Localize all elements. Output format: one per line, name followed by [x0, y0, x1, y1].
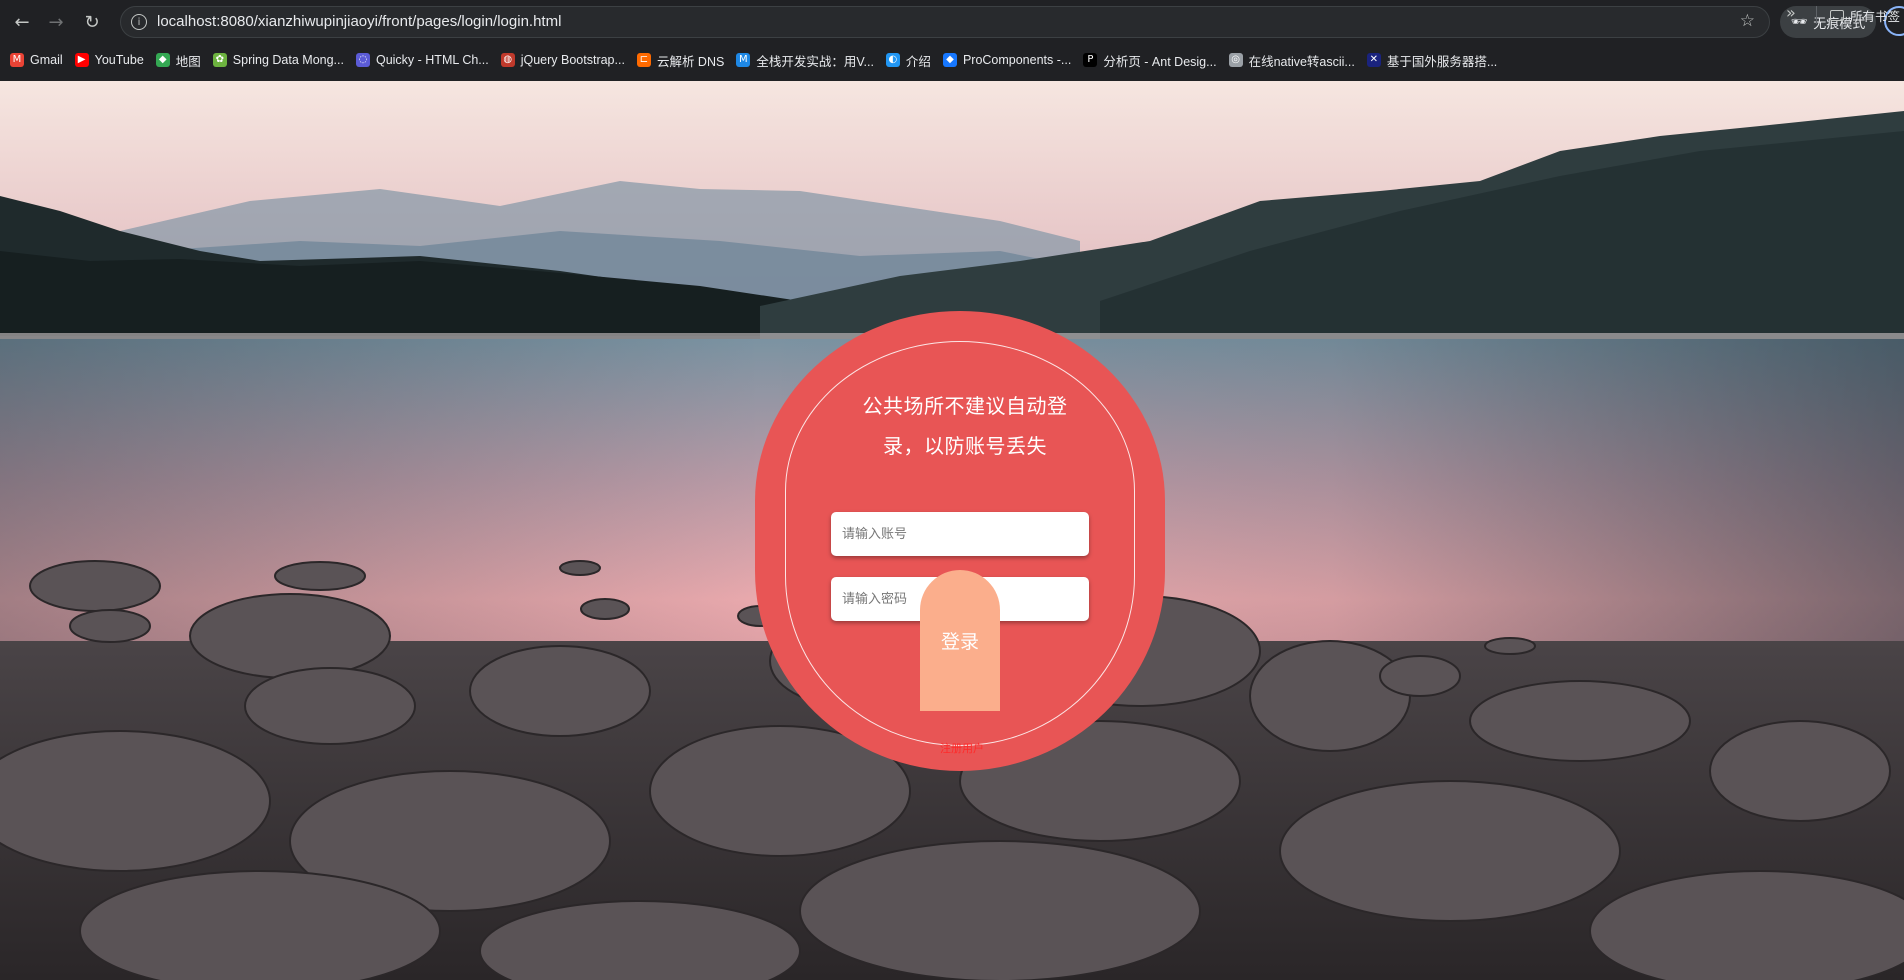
bookmark-label: 全栈开发实战：用V... [756, 54, 874, 69]
address-bar-row: ← → ↻ i localhost:8080/xianzhiwupinjiaoy… [0, 0, 1904, 45]
flag-icon: ✕ [1366, 53, 1381, 67]
bookmark-item[interactable]: ◐ 介绍 [880, 47, 937, 73]
address-bar[interactable]: i localhost:8080/xianzhiwupinjiaoyi/fron… [120, 6, 1770, 38]
bookmark-label: 介绍 [905, 54, 931, 69]
globe-blue-icon: ◐ [885, 53, 900, 67]
bookmark-item[interactable]: ◌ Quicky - HTML Ch... [350, 47, 495, 73]
login-tip-line2: 录，以防账号丢失 [883, 434, 1047, 458]
bookmark-item[interactable]: ⊏ 云解析 DNS [631, 47, 730, 73]
login-tip: 公共场所不建议自动登 录，以防账号丢失 [850, 386, 1080, 466]
bookmark-item[interactable]: ◆ ProComponents -... [937, 47, 1077, 73]
login-button[interactable]: 登录 [920, 570, 1000, 711]
bookmark-label: 地图 [175, 54, 201, 69]
bookmark-item[interactable]: M Gmail [0, 47, 69, 73]
bookmark-label: 云解析 DNS [656, 54, 725, 69]
antd-icon: ◆ [942, 53, 957, 67]
bookmark-label: Quicky - HTML Ch... [375, 53, 489, 67]
m-icon: M [736, 53, 751, 67]
gmail-icon: M [10, 53, 24, 67]
bookmark-label: Gmail [30, 53, 63, 67]
bookmark-item[interactable]: M 全栈开发实战：用V... [730, 47, 880, 73]
bookmark-label: 分析页 - Ant Desig... [1103, 54, 1217, 69]
bookmark-item[interactable]: P 分析页 - Ant Desig... [1077, 47, 1222, 73]
url-text[interactable]: localhost:8080/xianzhiwupinjiaoyi/front/… [157, 13, 561, 30]
bookmark-label: 在线native转ascii... [1248, 54, 1355, 69]
bookmark-label: 基于国外服务器搭... [1386, 54, 1498, 69]
site-info-icon[interactable]: i [131, 14, 147, 30]
browser-chrome: ← → ↻ i localhost:8080/xianzhiwupinjiaoy… [0, 0, 1904, 81]
bookmark-label: jQuery Bootstrap... [520, 53, 625, 67]
bookmarks-divider [1816, 6, 1817, 24]
spring-icon: ✿ [212, 53, 227, 67]
bookmarks-overflow-icon[interactable]: » [1786, 3, 1796, 22]
bookmark-item[interactable]: ▶ YouTube [69, 47, 150, 73]
bookmark-item[interactable]: ◍ jQuery Bootstrap... [495, 47, 631, 73]
reload-icon[interactable]: ↻ [80, 10, 104, 34]
bookmark-item[interactable]: ✿ Spring Data Mong... [207, 47, 350, 73]
maps-icon: ◆ [155, 53, 170, 67]
account-input[interactable] [831, 512, 1089, 556]
all-bookmarks-label: 所有书签 [1850, 8, 1901, 24]
globe-icon: ◎ [1228, 53, 1243, 67]
quicky-icon: ◌ [355, 53, 370, 67]
bookmarks-bar: M Gmail ▶ YouTube ◆ 地图 ✿ Spring Data Mong... ◌ Qu… [0, 45, 1904, 75]
back-arrow-icon[interactable]: ← [10, 10, 34, 34]
bookmark-item[interactable]: ◎ 在线native转ascii... [1223, 47, 1361, 73]
all-bookmarks-button[interactable]: 所有书签 [1830, 0, 1900, 30]
youtube-icon: ▶ [74, 53, 89, 67]
register-link[interactable]: 注册用户 [935, 740, 989, 756]
bookmark-star-icon[interactable]: ☆ [1740, 11, 1755, 31]
forward-arrow-icon[interactable]: → [44, 10, 68, 34]
bookmark-label: YouTube [94, 53, 144, 67]
aliyun-icon: ⊏ [636, 53, 651, 67]
pro-icon: P [1083, 53, 1098, 67]
login-tip-line1: 公共场所不建议自动登 [862, 394, 1068, 418]
jquery-icon: ◍ [500, 53, 515, 67]
bookmark-label: Spring Data Mong... [232, 53, 344, 67]
bookmark-item[interactable]: ◆ 地图 [150, 47, 207, 73]
bookmark-label: ProComponents -... [962, 53, 1072, 67]
bookmark-item[interactable]: ✕ 基于国外服务器搭... [1361, 47, 1503, 73]
folder-icon [1830, 9, 1844, 21]
